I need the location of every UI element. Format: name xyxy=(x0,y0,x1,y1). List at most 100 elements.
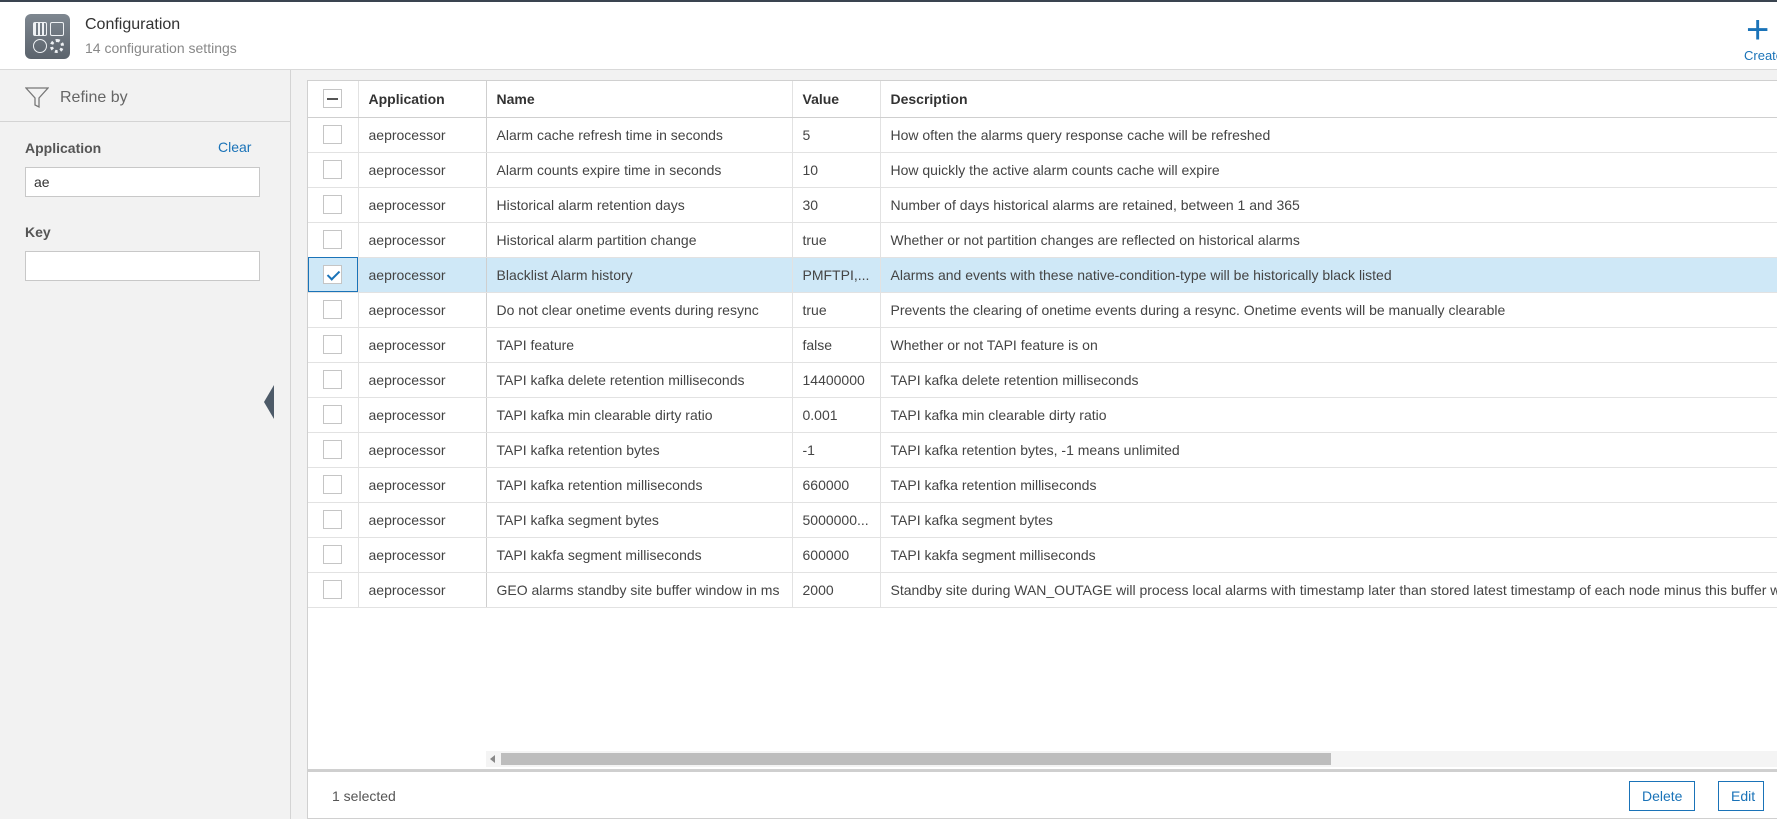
row-checkbox[interactable] xyxy=(323,195,343,214)
column-header-description[interactable]: Description xyxy=(880,81,1777,118)
application-filter-input[interactable] xyxy=(25,167,260,197)
selection-count: 1 selected xyxy=(332,788,396,804)
row-checkbox[interactable] xyxy=(323,300,343,319)
column-header-value[interactable]: Value xyxy=(792,81,881,118)
cell-application: aeprocessor xyxy=(358,257,487,293)
row-checkbox[interactable] xyxy=(323,370,343,389)
cell-application: aeprocessor xyxy=(358,397,487,433)
collapse-sidebar-icon[interactable] xyxy=(264,385,274,419)
page-title: Configuration xyxy=(85,16,181,33)
row-checkbox[interactable] xyxy=(323,510,343,529)
cell-value: 0.001 xyxy=(792,397,881,433)
cell-description: TAPI kafka retention milliseconds xyxy=(880,467,1777,503)
page-header: Configuration 14 configuration settings … xyxy=(0,0,1777,70)
cell-application: aeprocessor xyxy=(358,502,487,538)
table-row[interactable]: aeprocessor TAPI kafka retention millisec… xyxy=(308,467,1777,503)
cell-application: aeprocessor xyxy=(358,362,487,398)
scrollbar-thumb[interactable] xyxy=(501,753,1331,765)
table-row[interactable]: aeprocessor TAPI feature false Whether or n… xyxy=(308,327,1777,363)
cell-value: 5 xyxy=(792,117,881,153)
row-checkbox[interactable] xyxy=(323,440,343,459)
row-checkbox-cell[interactable] xyxy=(308,327,359,363)
row-checkbox[interactable] xyxy=(323,475,343,494)
row-checkbox-cell[interactable] xyxy=(308,502,359,538)
cell-application: aeprocessor xyxy=(358,467,487,503)
table-row[interactable]: aeprocessor TAPI kafka min clearable dirt… xyxy=(308,397,1777,433)
table-row[interactable]: aeprocessor Do not clear onetime events d… xyxy=(308,292,1777,328)
column-header-name[interactable]: Name xyxy=(486,81,793,118)
cell-name: TAPI kafka retention bytes xyxy=(486,432,793,468)
cell-value: 2000 xyxy=(792,572,881,608)
row-checkbox[interactable] xyxy=(323,265,343,284)
cell-description: TAPI kafka retention bytes, -1 means unl… xyxy=(880,432,1777,468)
key-filter-label: Key xyxy=(25,224,51,240)
cell-description: Alarms and events with these native-cond… xyxy=(880,257,1777,293)
row-checkbox-cell[interactable] xyxy=(308,467,359,503)
cell-description: Standby site during WAN_OUTAGE will proc… xyxy=(880,572,1777,608)
filter-sidebar: Refine by Application Clear Key xyxy=(0,70,291,819)
row-checkbox[interactable] xyxy=(323,160,343,179)
scroll-left-icon[interactable] xyxy=(490,755,495,763)
row-checkbox-cell[interactable] xyxy=(308,222,359,258)
table-row[interactable]: aeprocessor Blacklist Alarm history PMFTPI… xyxy=(308,257,1777,293)
select-all-cell[interactable] xyxy=(308,81,359,118)
cell-name: Alarm counts expire time in seconds xyxy=(486,152,793,188)
row-checkbox[interactable] xyxy=(323,230,343,249)
cell-value: 660000 xyxy=(792,467,881,503)
select-all-checkbox[interactable] xyxy=(323,89,343,109)
table-row[interactable]: aeprocessor TAPI kafka delete retention m… xyxy=(308,362,1777,398)
row-checkbox[interactable] xyxy=(323,405,343,424)
cell-application: aeprocessor xyxy=(358,222,487,258)
cell-name: TAPI kafka retention milliseconds xyxy=(486,467,793,503)
row-checkbox-cell[interactable] xyxy=(308,117,359,153)
row-checkbox-cell[interactable] xyxy=(308,432,359,468)
table-row[interactable]: aeprocessor Historical alarm partition ch… xyxy=(308,222,1777,258)
cell-value: 14400000 xyxy=(792,362,881,398)
cell-description: How often the alarms query response cach… xyxy=(880,117,1777,153)
table-row[interactable]: aeprocessor TAPI kakfa segment millisecon… xyxy=(308,537,1777,573)
cell-name: TAPI kafka min clearable dirty ratio xyxy=(486,397,793,433)
cell-value: true xyxy=(792,222,881,258)
cell-description: Whether or not TAPI feature is on xyxy=(880,327,1777,363)
row-checkbox-cell[interactable] xyxy=(308,257,359,293)
cell-description: TAPI kafka min clearable dirty ratio xyxy=(880,397,1777,433)
table-row[interactable]: aeprocessor Alarm counts expire time in s… xyxy=(308,152,1777,188)
create-button[interactable]: + Create xyxy=(1740,10,1777,66)
create-label: Create xyxy=(1744,48,1777,63)
configuration-app-icon xyxy=(25,14,70,59)
key-filter-input[interactable] xyxy=(25,251,260,281)
table-row[interactable]: aeprocessor GEO alarms standby site buffe… xyxy=(308,572,1777,608)
cell-name: Historical alarm retention days xyxy=(486,187,793,223)
clear-link[interactable]: Clear xyxy=(218,139,251,155)
cell-description: TAPI kafka segment bytes xyxy=(880,502,1777,538)
row-checkbox[interactable] xyxy=(323,580,343,599)
cell-description: Prevents the clearing of onetime events … xyxy=(880,292,1777,328)
cell-name: Historical alarm partition change xyxy=(486,222,793,258)
edit-button[interactable]: Edit xyxy=(1718,781,1764,811)
application-filter-label: Application xyxy=(25,140,102,156)
table-row[interactable]: aeprocessor TAPI kafka retention bytes -1 T… xyxy=(308,432,1777,468)
row-checkbox-cell[interactable] xyxy=(308,152,359,188)
row-checkbox[interactable] xyxy=(323,335,343,354)
cell-application: aeprocessor xyxy=(358,537,487,573)
row-checkbox-cell[interactable] xyxy=(308,187,359,223)
column-header-application[interactable]: Application xyxy=(358,81,487,118)
row-checkbox-cell[interactable] xyxy=(308,397,359,433)
row-checkbox-cell[interactable] xyxy=(308,537,359,573)
horizontal-scrollbar[interactable] xyxy=(486,751,1777,767)
cell-name: GEO alarms standby site buffer window in… xyxy=(486,572,793,608)
table-row[interactable]: aeprocessor Alarm cache refresh time in s… xyxy=(308,117,1777,153)
row-checkbox-cell[interactable] xyxy=(308,362,359,398)
cell-value: -1 xyxy=(792,432,881,468)
row-checkbox-cell[interactable] xyxy=(308,292,359,328)
cell-value: false xyxy=(792,327,881,363)
row-checkbox[interactable] xyxy=(323,125,343,144)
row-checkbox-cell[interactable] xyxy=(308,572,359,608)
cell-name: Alarm cache refresh time in seconds xyxy=(486,117,793,153)
delete-button[interactable]: Delete xyxy=(1629,781,1695,811)
refine-label: Refine by xyxy=(60,89,128,106)
row-checkbox[interactable] xyxy=(323,545,343,564)
cell-application: aeprocessor xyxy=(358,572,487,608)
table-row[interactable]: aeprocessor Historical alarm retention da… xyxy=(308,187,1777,223)
table-row[interactable]: aeprocessor TAPI kafka segment bytes 50000… xyxy=(308,502,1777,538)
